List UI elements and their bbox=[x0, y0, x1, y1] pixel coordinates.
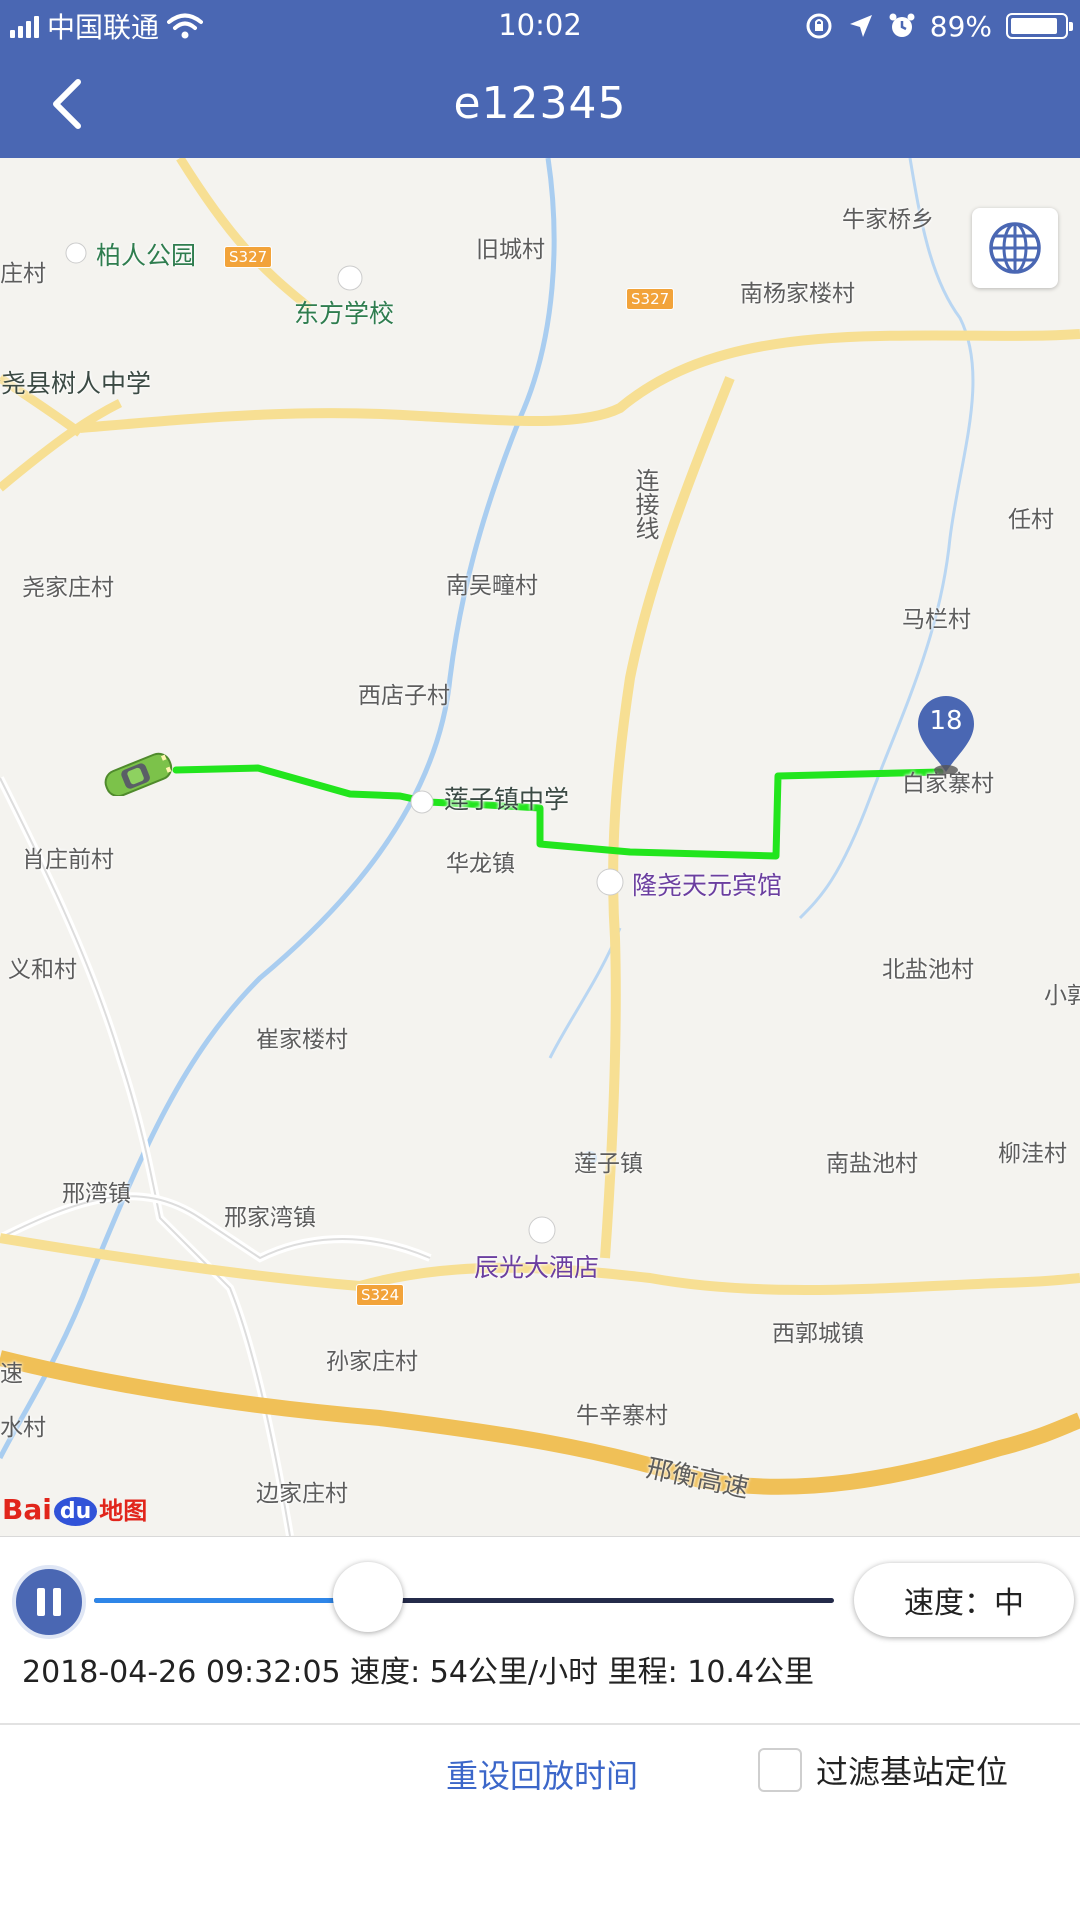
map-label: 牛辛寨村 bbox=[576, 1403, 668, 1429]
road-shield: S327 bbox=[626, 288, 675, 310]
location-icon bbox=[849, 15, 872, 37]
map-label: 旧城村 bbox=[476, 237, 545, 263]
playback-info: 2018-04-26 09:32:05 速度: 54公里/小时 里程: 10.4… bbox=[22, 1655, 815, 1690]
speed-button[interactable]: 速度：中 bbox=[854, 1563, 1074, 1637]
map-label: 马栏村 bbox=[902, 607, 971, 633]
reset-playback-time-link[interactable]: 重设回放时间 bbox=[446, 1751, 638, 1797]
map-poi: 隆尧县树人中学 bbox=[0, 369, 152, 398]
pause-icon bbox=[37, 1588, 45, 1616]
page-title: e12345 bbox=[453, 78, 627, 129]
filter-checkbox[interactable] bbox=[758, 1748, 802, 1792]
map-roads bbox=[0, 158, 1080, 1536]
baidu-logo-text: Bai bbox=[2, 1493, 52, 1526]
map-label: 水村 bbox=[0, 1415, 46, 1441]
baidu-logo-ditu: 地图 bbox=[99, 1497, 148, 1525]
road-shield: S324 bbox=[356, 1284, 405, 1306]
map-label: 孙家庄村 bbox=[326, 1349, 418, 1375]
nav-bar: e12345 bbox=[0, 52, 1080, 158]
orientation-lock-icon bbox=[806, 13, 832, 39]
map-label: 邢湾镇 bbox=[62, 1181, 131, 1207]
playback-controls: 速度：中 2018-04-26 09:32:05 速度: 54公里/小时 里程:… bbox=[0, 1536, 1080, 1920]
map-label: 任村 bbox=[1008, 507, 1054, 533]
map-label: 崔家楼村 bbox=[256, 1027, 348, 1053]
car-icon bbox=[98, 752, 178, 798]
battery-level bbox=[1011, 18, 1058, 34]
alarm-icon bbox=[889, 13, 915, 37]
globe-icon bbox=[989, 222, 1041, 274]
map-label: 小郭 bbox=[1044, 983, 1080, 1009]
progress-slider[interactable] bbox=[94, 1598, 834, 1603]
map-label: 义和村 bbox=[8, 957, 77, 983]
status-right: 89% bbox=[804, 8, 1073, 44]
map-label: 邢家湾镇 bbox=[224, 1205, 316, 1231]
pause-button[interactable] bbox=[12, 1565, 86, 1639]
filter-label: 过滤基站定位 bbox=[816, 1753, 1009, 1791]
top-bar: 中国联通 10:02 89% e12345 bbox=[0, 0, 1080, 158]
map-label: 西郭城镇 bbox=[772, 1321, 864, 1347]
baidu-map-logo: Bai du 地图 bbox=[2, 1478, 147, 1526]
map-label: 南吴疃村 bbox=[446, 573, 538, 599]
map-label: 肖庄前村 bbox=[22, 847, 114, 873]
progress-fill bbox=[94, 1598, 368, 1603]
map-poi: 东方学校 bbox=[294, 299, 395, 328]
map-label: 莲子镇 bbox=[574, 1151, 643, 1177]
road-shield: S327 bbox=[224, 246, 273, 268]
progress-thumb[interactable] bbox=[332, 1562, 403, 1632]
map-view[interactable]: 牛家桥乡 柏人公园 庄村 旧城村 东方学校 南杨家楼村 隆尧县树人中学 连接线 … bbox=[0, 158, 1080, 1536]
end-marker[interactable]: 18 bbox=[914, 694, 978, 775]
map-layer-button[interactable] bbox=[972, 208, 1058, 288]
map-poi: 柏人公园 bbox=[96, 241, 197, 270]
map-label: 牛家桥乡 bbox=[842, 207, 934, 233]
marker-number: 18 bbox=[929, 706, 963, 736]
map-label: 南杨家楼村 bbox=[740, 281, 855, 307]
map-label: 尧家庄村 bbox=[22, 575, 114, 601]
map-label: 庄村 bbox=[0, 261, 46, 287]
map-label: 南盐池村 bbox=[826, 1151, 918, 1177]
map-label: 北盐池村 bbox=[882, 957, 974, 983]
baidu-paw-icon: du bbox=[53, 1497, 98, 1526]
battery-percent: 89% bbox=[929, 9, 992, 43]
divider bbox=[0, 1723, 1080, 1725]
battery-icon bbox=[1006, 13, 1073, 39]
map-label: 华龙镇 bbox=[446, 851, 515, 877]
map-label: 速 bbox=[0, 1361, 23, 1387]
map-label: 柳洼村 bbox=[998, 1141, 1067, 1167]
map-label: 边家庄村 bbox=[256, 1481, 348, 1507]
map-label: 西店子村 bbox=[358, 683, 450, 709]
map-poi: 隆尧天元宾馆 bbox=[632, 871, 783, 900]
map-poi: 辰光大酒店 bbox=[474, 1253, 600, 1282]
map-poi: 莲子镇中学 bbox=[444, 785, 570, 814]
pause-icon-bar bbox=[53, 1588, 61, 1616]
filter-base-station-toggle[interactable]: 过滤基站定位 bbox=[758, 1747, 1008, 1793]
map-road-label: 连接线 bbox=[631, 468, 659, 540]
status-bar: 中国联通 10:02 89% bbox=[0, 0, 1080, 52]
